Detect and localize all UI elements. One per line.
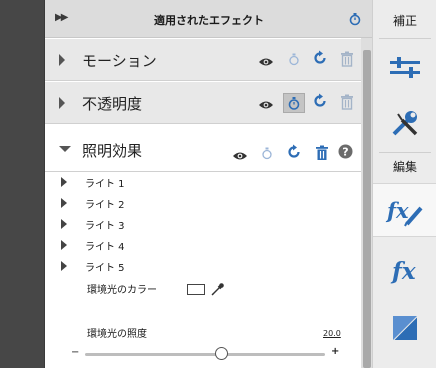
light-label: ライト 2 xyxy=(85,200,125,211)
wrench-screwdriver-icon xyxy=(390,108,420,142)
expand-arrow-icon[interactable] xyxy=(61,198,67,208)
fx-icon: fx xyxy=(390,257,422,289)
stopwatch-icon[interactable] xyxy=(288,51,300,70)
panel-title: 適用されたエフェクト xyxy=(154,14,264,27)
ambient-intensity-slider-thumb[interactable] xyxy=(215,347,229,360)
sliders-icon xyxy=(390,55,420,83)
effect-label: 不透明度 xyxy=(82,95,143,113)
transition-icon xyxy=(392,315,418,345)
light-label: ライト 4 xyxy=(85,242,125,253)
effect-label: モーション xyxy=(82,52,157,70)
light-label: ライト 3 xyxy=(85,221,125,232)
eye-icon[interactable] xyxy=(258,53,274,72)
light-item[interactable]: ライト 4 xyxy=(45,235,361,255)
increase-icon[interactable]: + xyxy=(331,346,339,357)
transitions-button[interactable] xyxy=(373,304,436,360)
expand-arrow-icon[interactable] xyxy=(59,97,65,109)
effect-row-opacity[interactable]: 不透明度 xyxy=(45,82,361,124)
expand-arrow-icon[interactable] xyxy=(61,240,67,250)
effect-row-lighting[interactable]: 照明効果 ? xyxy=(45,128,361,172)
scrollbar-thumb[interactable] xyxy=(363,50,371,368)
right-toolbar: 補正 編集 fx fx xyxy=(372,0,436,368)
stopwatch-icon[interactable] xyxy=(348,11,362,30)
svg-text:fx: fx xyxy=(385,198,409,223)
expand-arrow-icon[interactable] xyxy=(61,261,67,271)
fx-pencil-icon: fx xyxy=(385,196,425,232)
applied-effects-button[interactable]: fx xyxy=(373,183,436,237)
eye-icon[interactable] xyxy=(258,96,274,115)
light-item[interactable]: ライト 1 xyxy=(45,172,361,192)
trash-icon[interactable] xyxy=(340,51,354,71)
expand-arrow-icon[interactable] xyxy=(61,219,67,229)
svg-text:fx: fx xyxy=(390,258,416,285)
trash-icon[interactable] xyxy=(340,94,354,114)
effect-label: 照明効果 xyxy=(82,142,143,160)
light-label: ライト 1 xyxy=(85,179,125,190)
help-icon[interactable]: ? xyxy=(338,144,353,163)
effects-button[interactable]: fx xyxy=(373,245,436,297)
divider xyxy=(379,38,431,39)
tools-button[interactable] xyxy=(373,100,436,146)
light-item[interactable]: ライト 2 xyxy=(45,193,361,213)
effect-row-motion[interactable]: モーション xyxy=(45,39,361,81)
light-item[interactable]: ライト 5 xyxy=(45,256,361,276)
reset-icon[interactable] xyxy=(312,93,328,113)
reset-icon[interactable] xyxy=(286,144,302,164)
edit-label: 編集 xyxy=(392,160,417,174)
light-label: ライト 5 xyxy=(85,263,125,274)
ambient-color-swatch[interactable] xyxy=(187,284,205,295)
light-item[interactable]: ライト 3 xyxy=(45,214,361,234)
trash-icon[interactable] xyxy=(315,145,329,165)
divider xyxy=(379,152,431,153)
reset-icon[interactable] xyxy=(312,50,328,70)
adjust-label: 補正 xyxy=(392,14,417,28)
stopwatch-icon[interactable] xyxy=(261,145,273,164)
stopwatch-icon[interactable] xyxy=(283,93,305,113)
collapse-arrow-icon[interactable] xyxy=(59,146,71,152)
workspace-dark-area xyxy=(0,0,44,368)
applied-effects-panel: ▶▶ 適用されたエフェクト モーション 不透明度 照明効果 ? ライト 1 ライ… xyxy=(44,0,373,368)
svg-text:?: ? xyxy=(342,146,348,159)
eye-icon[interactable] xyxy=(232,147,248,166)
eyedropper-icon[interactable] xyxy=(211,281,225,300)
decrease-icon[interactable]: − xyxy=(71,347,79,358)
ambient-intensity-slider-track[interactable] xyxy=(85,353,325,356)
expand-arrow-icon[interactable] xyxy=(59,54,65,66)
adjust-sliders-button[interactable] xyxy=(373,44,436,90)
panel-header: ▶▶ 適用されたエフェクト xyxy=(45,0,373,38)
ambient-intensity-label: 環境光の照度 xyxy=(87,329,147,340)
ambient-intensity-value[interactable]: 20.0 xyxy=(323,329,341,338)
ambient-color-label: 環境光のカラー xyxy=(87,285,157,296)
expand-arrow-icon[interactable] xyxy=(61,177,67,187)
